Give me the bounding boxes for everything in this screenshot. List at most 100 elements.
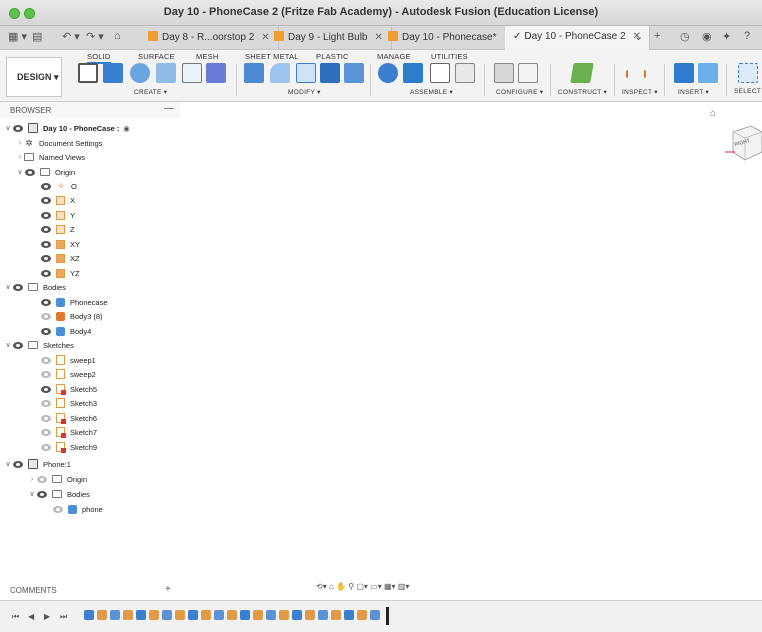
chevron-right-icon[interactable]: ›	[16, 140, 24, 147]
timeline-extrude-icon[interactable]	[188, 610, 198, 620]
table-icon[interactable]	[518, 63, 538, 83]
grid-icon[interactable]: ▤	[32, 30, 42, 43]
app-menu-icon[interactable]: ▦ ▾	[8, 30, 27, 43]
tree-document-settings[interactable]: › ✲ Document Settings	[16, 136, 103, 150]
combine-icon[interactable]	[344, 63, 364, 83]
timeline-extrude-icon[interactable]	[240, 610, 250, 620]
chevron-down-icon[interactable]: ∨	[4, 341, 12, 349]
timeline-combine-icon[interactable]	[214, 610, 224, 620]
tab-surface[interactable]: SURFACE	[138, 52, 175, 61]
tab-day10-phonecase2[interactable]: ✓ Day 10 - PhoneCase 2 ✕	[505, 26, 650, 50]
visibility-icon[interactable]	[40, 240, 52, 248]
tree-sketch-sweep2[interactable]: sweep2	[40, 367, 96, 381]
timeline-sketch-icon[interactable]	[305, 610, 315, 620]
as-built-joint-icon[interactable]	[403, 63, 423, 83]
sweep-icon[interactable]	[156, 63, 176, 83]
chevron-down-icon[interactable]: ∨	[28, 490, 36, 498]
tree-plane-yz[interactable]: YZ	[40, 266, 80, 280]
tree-body-body3[interactable]: Body3 (8)	[40, 309, 103, 323]
visibility-icon[interactable]	[40, 327, 52, 335]
select-menu[interactable]: SELECT	[734, 88, 761, 95]
timeline-sketch-icon[interactable]	[175, 610, 185, 620]
new-component-icon[interactable]	[206, 63, 226, 83]
chevron-right-icon[interactable]: ›	[28, 476, 36, 483]
visibility-icon[interactable]	[40, 399, 52, 407]
workspace-switcher[interactable]: DESIGN ▾	[6, 57, 62, 97]
tab-manage[interactable]: MANAGE	[377, 52, 411, 61]
assemble-menu[interactable]: ASSEMBLE ▾	[410, 88, 453, 96]
new-tab-icon[interactable]: +	[654, 30, 660, 42]
tree-bodies[interactable]: ∨ Bodies	[4, 280, 66, 294]
visibility-icon[interactable]	[40, 182, 52, 190]
timeline-sketch-icon[interactable]	[149, 610, 159, 620]
fit-icon[interactable]: ▢▾	[356, 582, 368, 591]
visibility-icon[interactable]	[40, 312, 52, 320]
visibility-icon[interactable]	[40, 196, 52, 204]
chamfer-icon[interactable]	[296, 63, 316, 83]
tree-sketch-sketch7[interactable]: Sketch7	[40, 425, 97, 439]
timeline-fillet-icon[interactable]	[110, 610, 120, 620]
play-icon[interactable]: ▶	[44, 612, 50, 621]
timeline-marker[interactable]	[386, 607, 389, 625]
phone-case-model[interactable]: Dorian *s Phone!	[129, 273, 753, 582]
previous-step-icon[interactable]: ◀	[28, 612, 34, 621]
tree-sketch-sweep1[interactable]: sweep1	[40, 353, 96, 367]
visibility-icon[interactable]	[40, 225, 52, 233]
visibility-icon[interactable]	[52, 505, 64, 513]
extensions-icon[interactable]: ◉	[702, 30, 712, 43]
orbit-icon[interactable]: ⟲▾	[316, 582, 327, 591]
timeline-sketch-icon[interactable]	[201, 610, 211, 620]
chevron-down-icon[interactable]: ∨	[4, 460, 12, 468]
pan-icon[interactable]: ✋	[336, 582, 346, 591]
tab-plastic[interactable]: PLASTIC	[316, 52, 349, 61]
visibility-icon[interactable]	[12, 341, 24, 349]
visibility-icon[interactable]	[36, 475, 48, 483]
chevron-down-icon[interactable]: ∨	[4, 124, 12, 132]
select-icon[interactable]	[738, 63, 758, 83]
insert-derive-icon[interactable]	[674, 63, 694, 83]
visibility-icon[interactable]	[36, 490, 48, 498]
tree-body-phonecase[interactable]: Phonecase	[40, 295, 108, 309]
tree-sketches[interactable]: ∨ Sketches	[4, 338, 73, 352]
timeline-sketch-icon[interactable]	[97, 610, 107, 620]
tree-axis-x[interactable]: X	[40, 193, 75, 207]
undo-icon[interactable]: ↶ ▾	[62, 30, 80, 43]
press-pull-icon[interactable]	[244, 63, 264, 83]
create-menu[interactable]: CREATE ▾	[134, 88, 167, 96]
visibility-icon[interactable]	[40, 370, 52, 378]
visibility-icon[interactable]	[24, 168, 36, 176]
tree-sketch-sketch6[interactable]: Sketch6	[40, 411, 97, 425]
tab-day10-phonecase[interactable]: Day 10 - Phonecase*✕	[380, 26, 521, 50]
tab-day8[interactable]: Day 8 - R...oorstop 2 ✕	[140, 26, 279, 50]
timeline-sketch-icon[interactable]	[331, 610, 341, 620]
help-icon[interactable]: ?	[744, 30, 750, 42]
timeline-shell-icon[interactable]	[162, 610, 172, 620]
timeline-sweep-icon[interactable]	[136, 610, 146, 620]
visibility-icon[interactable]	[40, 356, 52, 364]
shell-icon[interactable]	[320, 63, 340, 83]
target-icon[interactable]: ◉	[123, 124, 130, 133]
visibility-icon[interactable]	[40, 428, 52, 436]
chevron-down-icon[interactable]: ∨	[16, 168, 24, 176]
chevron-down-icon[interactable]: ∨	[4, 283, 12, 291]
tree-origin[interactable]: ∨ Origin	[16, 165, 75, 179]
construct-menu[interactable]: CONSTRUCT ▾	[558, 88, 607, 96]
redo-icon[interactable]: ↷ ▾	[86, 30, 104, 43]
timeline-sketch-icon[interactable]	[357, 610, 367, 620]
measure-icon[interactable]	[626, 70, 646, 78]
tree-sketch-sketch5[interactable]: Sketch5	[40, 382, 97, 396]
view-cube[interactable]: RIGHT X	[725, 122, 762, 162]
tree-plane-xy[interactable]: XY	[40, 237, 80, 251]
tree-root[interactable]: ∨ Day 10 - PhoneCase : ◉	[4, 121, 130, 135]
tab-day9[interactable]: Day 9 - Light Bulb ✕	[266, 26, 392, 50]
visibility-icon[interactable]	[12, 283, 24, 291]
tree-phone-bodies[interactable]: ∨ Bodies	[28, 487, 90, 501]
joint-origin-icon[interactable]	[430, 63, 450, 83]
tab-sheet-metal[interactable]: SHEET METAL	[245, 52, 299, 61]
tree-body-phone[interactable]: phone	[52, 502, 103, 516]
timeline-extrude-icon[interactable]	[344, 610, 354, 620]
visibility-icon[interactable]	[40, 254, 52, 262]
zoom-icon[interactable]: ⚲	[348, 582, 354, 591]
timeline-sketch-icon[interactable]	[123, 610, 133, 620]
visibility-icon[interactable]	[12, 460, 24, 468]
